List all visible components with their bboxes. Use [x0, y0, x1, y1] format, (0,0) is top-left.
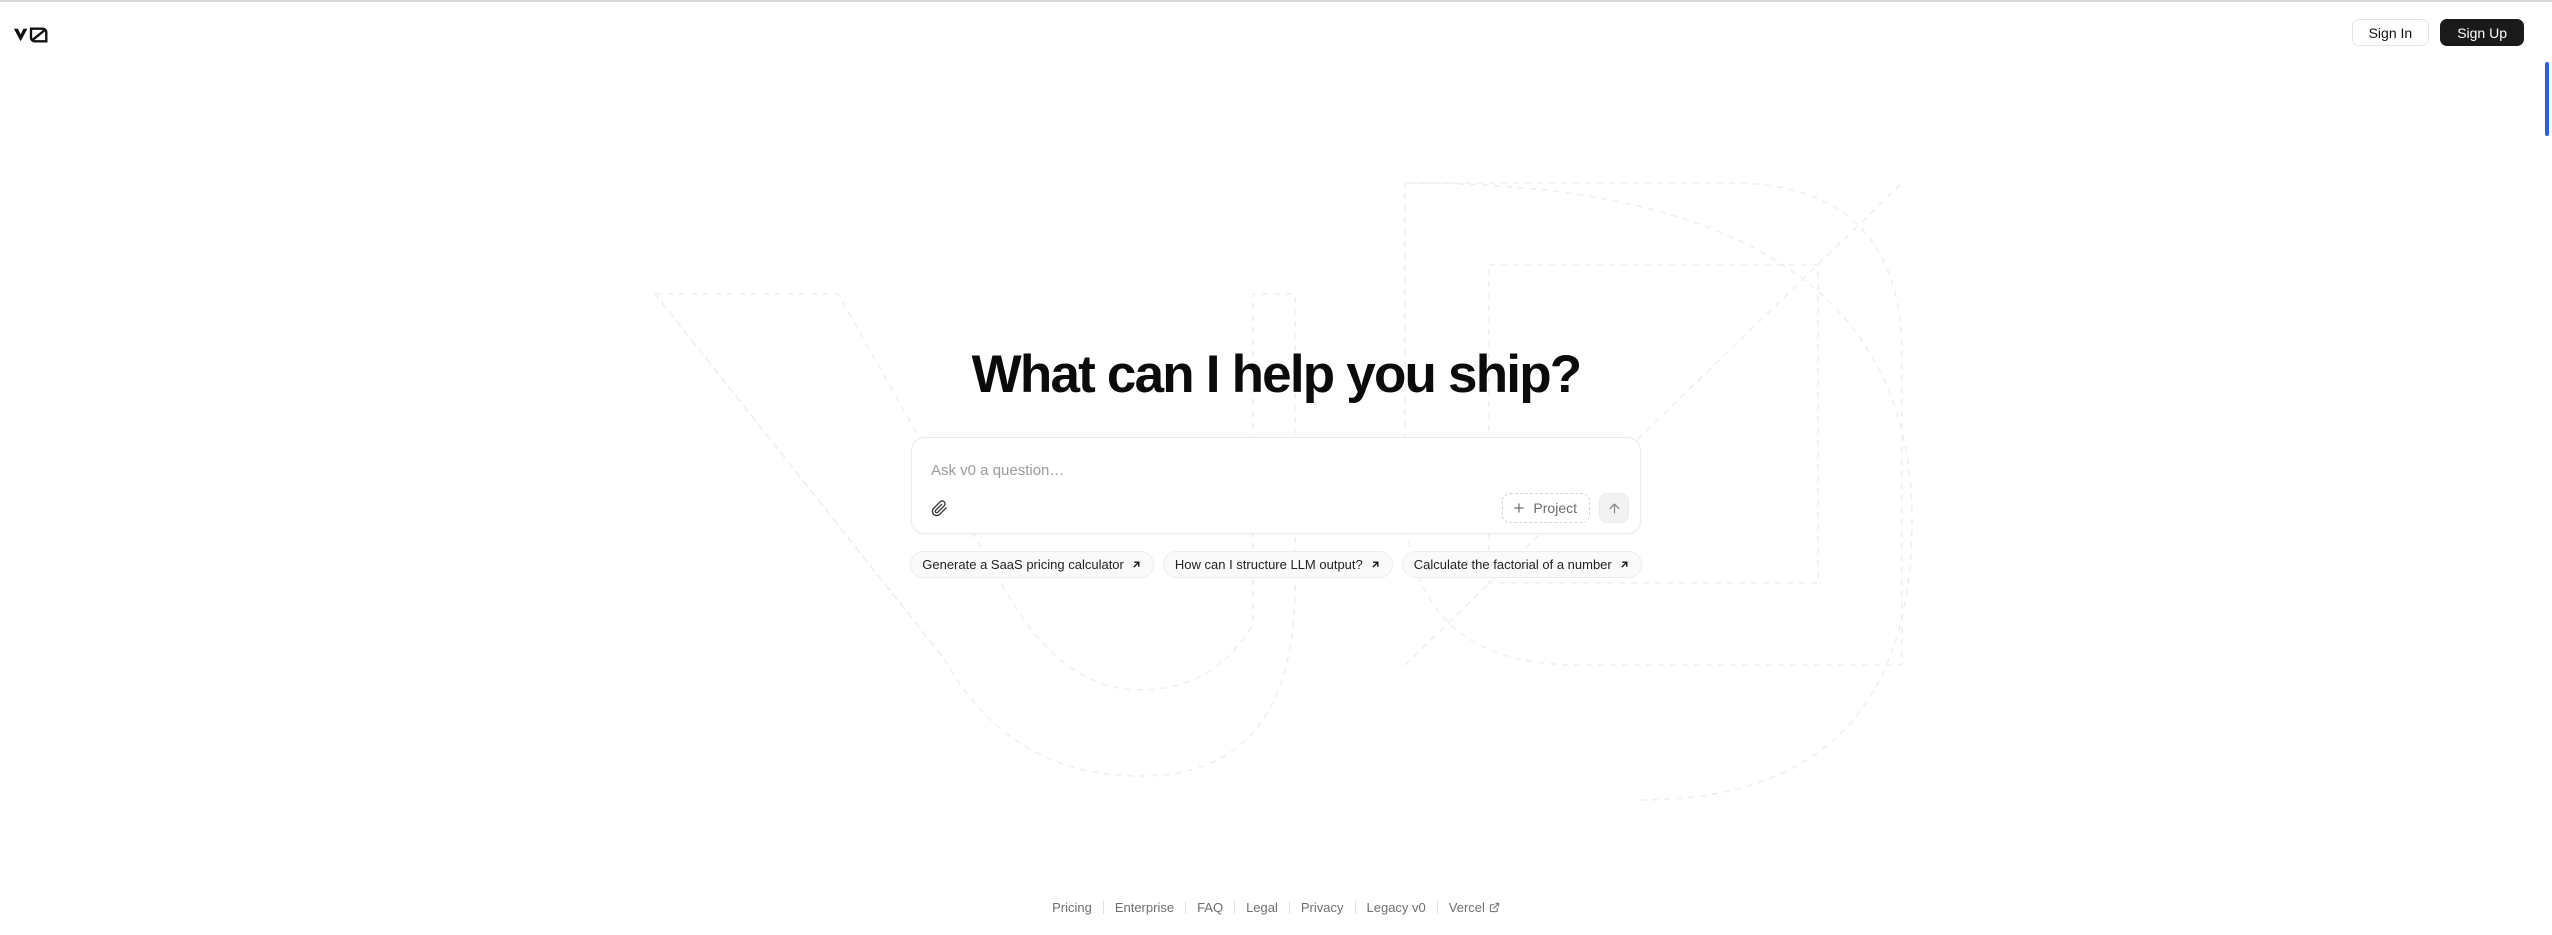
arrow-up-right-icon — [1131, 559, 1142, 570]
sign-up-button[interactable]: Sign Up — [2440, 19, 2524, 46]
sign-in-button[interactable]: Sign In — [2351, 19, 2430, 46]
composer-toolbar: Project — [912, 483, 1640, 533]
footer-link-vercel-label: Vercel — [1448, 900, 1485, 915]
footer-link-vercel[interactable]: Vercel — [1438, 900, 1511, 915]
arrow-up-right-icon — [1619, 559, 1630, 570]
plus-icon — [1514, 503, 1525, 513]
page-root: Sign In Sign Up What can I help you ship… — [0, 0, 2552, 935]
header-actions: Sign In Sign Up — [2351, 19, 2524, 46]
suggestion-chip[interactable]: Generate a SaaS pricing calculator — [910, 551, 1154, 578]
suggestion-chip-label: How can I structure LLM output? — [1174, 557, 1363, 572]
main-stage: What can I help you ship? Project — [0, 0, 2552, 935]
footer-link-enterprise[interactable]: Enterprise — [1104, 900, 1185, 915]
footer-link-faq[interactable]: FAQ — [1186, 900, 1234, 915]
attach-file-button[interactable] — [924, 493, 954, 523]
arrow-up-icon — [1609, 503, 1619, 513]
suggestion-chip-label: Generate a SaaS pricing calculator — [922, 557, 1124, 572]
footer-link-legacy-v0[interactable]: Legacy v0 — [1356, 900, 1437, 915]
footer-link-privacy[interactable]: Privacy — [1290, 900, 1355, 915]
paperclip-icon — [931, 499, 947, 516]
suggestion-chip[interactable]: Calculate the factorial of a number — [1401, 551, 1642, 578]
footer-links: Pricing Enterprise FAQ Legal Privacy Leg… — [0, 900, 2552, 915]
top-navigation-bar: Sign In Sign Up — [0, 0, 2552, 68]
footer-link-legal[interactable]: Legal — [1235, 900, 1289, 915]
composer-right-actions: Project — [1502, 493, 1629, 523]
add-project-label: Project — [1533, 500, 1577, 516]
prompt-composer[interactable]: Project — [911, 437, 1641, 534]
v0-logo[interactable] — [13, 24, 49, 46]
footer-link-pricing[interactable]: Pricing — [1041, 900, 1103, 915]
page-title: What can I help you ship? — [971, 345, 1583, 404]
scrollbar-thumb[interactable] — [2545, 62, 2549, 136]
suggestion-chip-list: Generate a SaaS pricing calculator How c… — [0, 551, 2552, 578]
suggestion-chip[interactable]: How can I structure LLM output? — [1162, 551, 1393, 578]
add-project-button[interactable]: Project — [1502, 493, 1590, 523]
external-link-icon — [1489, 902, 1500, 913]
arrow-up-right-icon — [1370, 559, 1381, 570]
suggestion-chip-label: Calculate the factorial of a number — [1413, 557, 1612, 572]
submit-prompt-button[interactable] — [1599, 493, 1629, 523]
